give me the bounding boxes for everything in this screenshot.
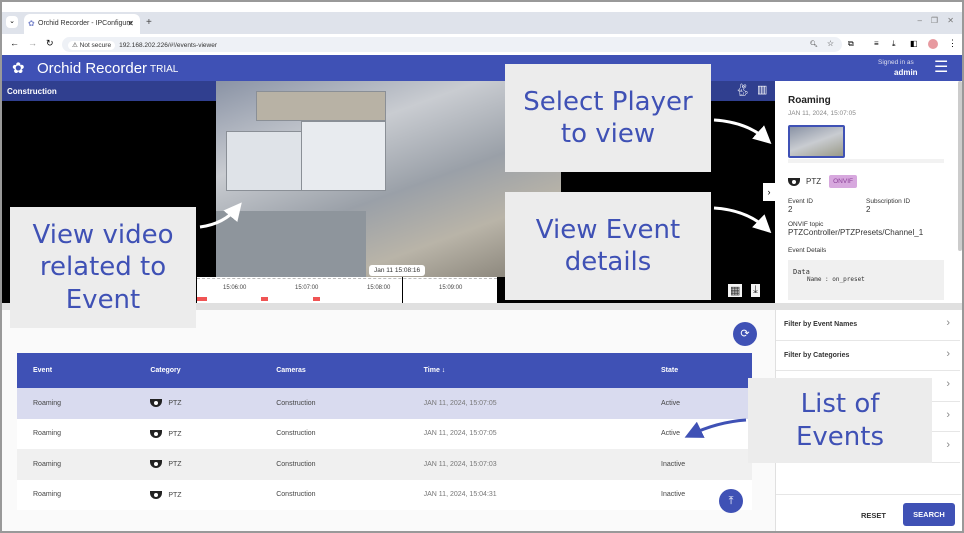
arrow-icon xyxy=(684,418,747,438)
arrow-icon xyxy=(199,202,242,229)
arrow-icon xyxy=(713,206,772,234)
browser-window: ⌄ ✿ Orchid Recorder - IPConfigure ✕ + – … xyxy=(2,2,962,531)
annotation-arrows xyxy=(199,118,772,438)
arrow-icon xyxy=(713,118,772,145)
